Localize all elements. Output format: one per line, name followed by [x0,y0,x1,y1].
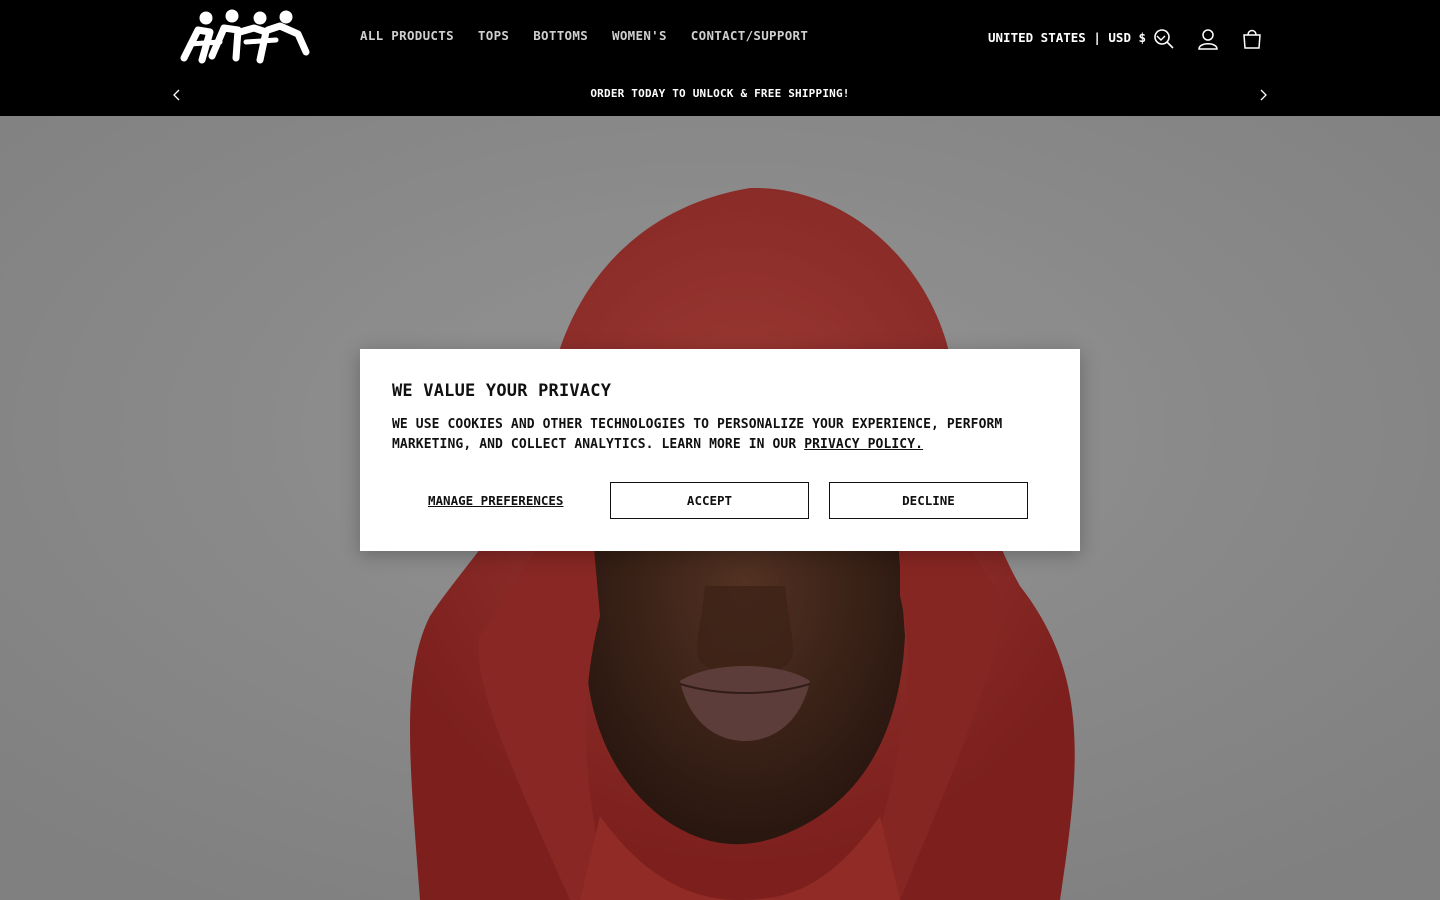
privacy-policy-link[interactable]: PRIVACY POLICY. [804,437,923,452]
nav-bottoms[interactable]: BOTTOMS [533,28,588,43]
cookie-consent-modal: WE VALUE YOUR PRIVACY WE USE COOKIES AND… [360,349,1080,551]
cart-icon[interactable] [1237,24,1267,54]
cookie-modal-actions: MANAGE PREFERENCES ACCEPT DECLINE [392,482,1048,519]
cookie-modal-body: WE USE COOKIES AND OTHER TECHNOLOGIES TO… [392,415,1052,455]
decline-button[interactable]: DECLINE [829,482,1028,519]
country-selector[interactable]: UNITED STATES | USD $ [988,30,1166,45]
announcement-bar: ORDER TODAY TO UNLOCK & FREE SHIPPING! [0,80,1440,108]
accept-button[interactable]: ACCEPT [610,482,809,519]
nav-contact-support[interactable]: CONTACT/SUPPORT [691,28,808,43]
search-icon[interactable] [1149,24,1179,54]
chevron-right-icon[interactable] [1254,86,1272,104]
site-header: ALL PRODUCTS TOPS BOTTOMS WOMEN'S CONTAC… [0,0,1440,116]
announcement-text: ORDER TODAY TO UNLOCK & FREE SHIPPING! [590,87,850,100]
brand-logo[interactable] [180,8,310,64]
account-icon[interactable] [1193,24,1223,54]
nav-tops[interactable]: TOPS [478,28,509,43]
nav-womens[interactable]: WOMEN'S [612,28,667,43]
cookie-modal-title: WE VALUE YOUR PRIVACY [392,381,612,401]
nav-all-products[interactable]: ALL PRODUCTS [360,28,454,43]
country-selector-label: UNITED STATES | USD $ [988,30,1147,45]
main-nav: ALL PRODUCTS TOPS BOTTOMS WOMEN'S CONTAC… [360,28,808,43]
manage-preferences-link[interactable]: MANAGE PREFERENCES [428,493,563,508]
